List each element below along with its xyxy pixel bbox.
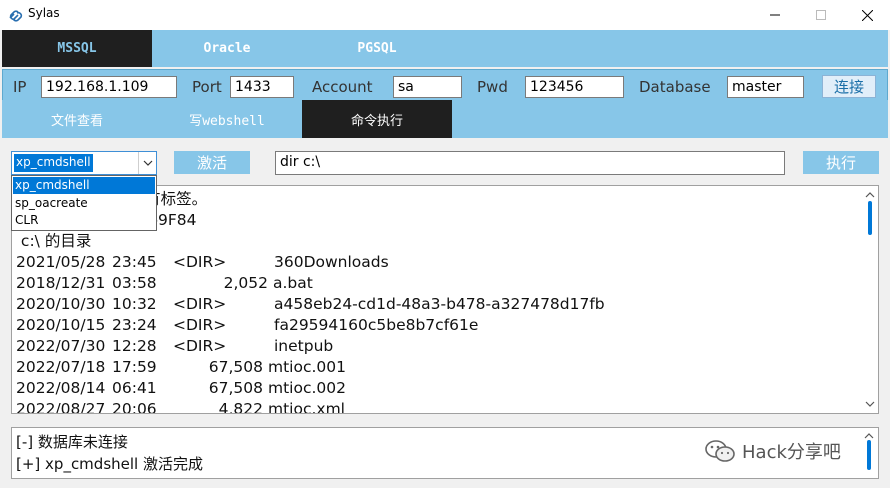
entry-time: 17:59	[112, 358, 157, 376]
database-type-tabs: MSSQL Oracle PGSQL	[2, 30, 888, 67]
entry-name: inetpub	[274, 337, 334, 355]
dir-entry-row: 2018/12/31 03:58 2,052 a.bat	[16, 273, 605, 294]
close-button[interactable]	[844, 0, 890, 30]
scroll-up-icon	[865, 192, 875, 198]
dir-entry-row: 2021/05/28 23:45 <DIR> 360Downloads	[16, 252, 605, 273]
dir-entry-row: 2022/07/18 17:59 67,508 mtioc.001	[16, 357, 605, 378]
minimize-icon	[770, 14, 780, 16]
maximize-icon	[816, 10, 826, 20]
title-bar: Sylas	[0, 0, 890, 30]
watermark-text: Hack分享吧	[742, 442, 841, 463]
dropdown-option[interactable]: CLR	[13, 212, 155, 229]
tab-command-exec[interactable]: 命令执行	[302, 100, 452, 138]
entry-time: 23:24	[112, 316, 157, 334]
status-lines: [-] 数据库未连接 [+] xp_cmdshell 激活完成	[16, 431, 203, 475]
dir-entry-row: 2022/08/27 20:06 4,822 mtioc.xml	[16, 399, 605, 414]
maximize-button[interactable]	[798, 0, 844, 30]
output-line: c:\ 的目录	[16, 231, 605, 252]
entry-time: 23:45	[112, 253, 157, 271]
dropdown-option[interactable]: xp_cmdshell	[13, 177, 155, 194]
entry-dir: <DIR>	[173, 295, 227, 313]
method-selected-value: xp_cmdshell	[14, 154, 93, 172]
entry-name: mtioc.002	[268, 379, 346, 397]
scroll-down-icon	[865, 401, 875, 407]
scroll-thumb	[868, 201, 872, 235]
tab-oracle[interactable]: Oracle	[152, 30, 302, 67]
entry-time: 20:06	[112, 400, 157, 414]
entry-name: mtioc.001	[268, 358, 346, 376]
database-field[interactable]: master	[727, 76, 804, 98]
watermark: Hack分享吧	[704, 438, 841, 464]
status-line: [-] 数据库未连接	[16, 433, 128, 451]
entry-date: 2020/10/30	[16, 295, 106, 313]
connect-button[interactable]: 连接	[822, 75, 876, 98]
entry-size: 67,508	[208, 358, 263, 376]
method-dropdown-list: xp_cmdshell sp_oacreate CLR	[11, 175, 157, 231]
dropdown-option[interactable]: sp_oacreate	[13, 195, 155, 212]
pwd-label: Pwd	[477, 78, 508, 96]
command-input[interactable]: dir c:\	[275, 151, 785, 175]
method-select[interactable]: xp_cmdshell	[11, 151, 157, 175]
link-icon	[8, 8, 24, 22]
port-field[interactable]: 1433	[230, 76, 294, 98]
dir-entry-row: 2022/08/14 06:41 67,508 mtioc.002	[16, 378, 605, 399]
entry-dir: <DIR>	[173, 337, 227, 355]
function-tabs: 文件查看 写webshell 命令执行	[2, 100, 888, 138]
close-icon	[861, 9, 873, 21]
entry-date: 2022/07/18	[16, 358, 106, 376]
entry-name: a.bat	[273, 274, 313, 292]
entry-name: 360Downloads	[274, 253, 389, 271]
wechat-icon	[705, 440, 735, 462]
entry-name: a458eb24-cd1d-48a3-b478-a327478d17fb	[274, 295, 605, 313]
account-field[interactable]: sa	[393, 76, 462, 98]
dir-entry-row: 2020/10/15 23:24 <DIR> fa29594160c5be8b7cf6…	[16, 315, 605, 336]
database-label: Database	[639, 78, 711, 96]
tab-mssql[interactable]: MSSQL	[2, 30, 152, 67]
output-text: c:\ 的目录	[16, 232, 92, 250]
entry-name: mtioc.xml	[268, 400, 345, 414]
entry-dir: <DIR>	[173, 253, 227, 271]
window-title: Sylas	[28, 6, 60, 20]
dir-entry-row: 2022/07/30 12:28 <DIR> inetpub	[16, 336, 605, 357]
minimize-button[interactable]	[752, 0, 798, 30]
entry-name: fa29594160c5be8b7cf61e	[274, 316, 479, 334]
entry-date: 2018/12/31	[16, 274, 106, 292]
activate-button[interactable]: 激活	[174, 151, 250, 174]
account-label: Account	[312, 78, 373, 96]
tab-write-webshell[interactable]: 写webshell	[152, 100, 302, 138]
entry-size: 67,508	[208, 379, 263, 397]
pwd-field[interactable]: 123456	[525, 76, 624, 98]
entry-date: 2022/08/27	[16, 400, 106, 414]
entry-date: 2020/10/15	[16, 316, 106, 334]
output-scrollbar[interactable]	[862, 186, 878, 413]
connection-bar: IP 192.168.1.109 Port 1433 Account sa Pw…	[2, 69, 888, 102]
entry-date: 2022/08/14	[16, 379, 106, 397]
ip-field[interactable]: 192.168.1.109	[41, 76, 177, 98]
tab-pgsql[interactable]: PGSQL	[302, 30, 452, 67]
entry-date: 2021/05/28	[16, 253, 106, 271]
status-scrollbar[interactable]	[862, 430, 876, 476]
port-label: Port	[192, 78, 222, 96]
status-line: [+] xp_cmdshell 激活完成	[16, 455, 203, 473]
chevron-down-icon[interactable]	[138, 152, 156, 174]
entry-size: 4,822	[218, 400, 263, 414]
entry-date: 2022/07/30	[16, 337, 106, 355]
entry-time: 03:58	[112, 274, 157, 292]
ip-label: IP	[13, 78, 27, 96]
entry-size: 2,052	[223, 274, 268, 292]
entry-time: 06:41	[112, 379, 157, 397]
entry-dir: <DIR>	[173, 316, 227, 334]
dir-entry-row: 2020/10/30 10:32 <DIR> a458eb24-cd1d-48a3-b…	[16, 294, 605, 315]
tab-file-view[interactable]: 文件查看	[2, 100, 152, 138]
entry-time: 12:28	[112, 337, 157, 355]
entry-time: 10:32	[112, 295, 157, 313]
execute-button[interactable]: 执行	[803, 151, 879, 174]
